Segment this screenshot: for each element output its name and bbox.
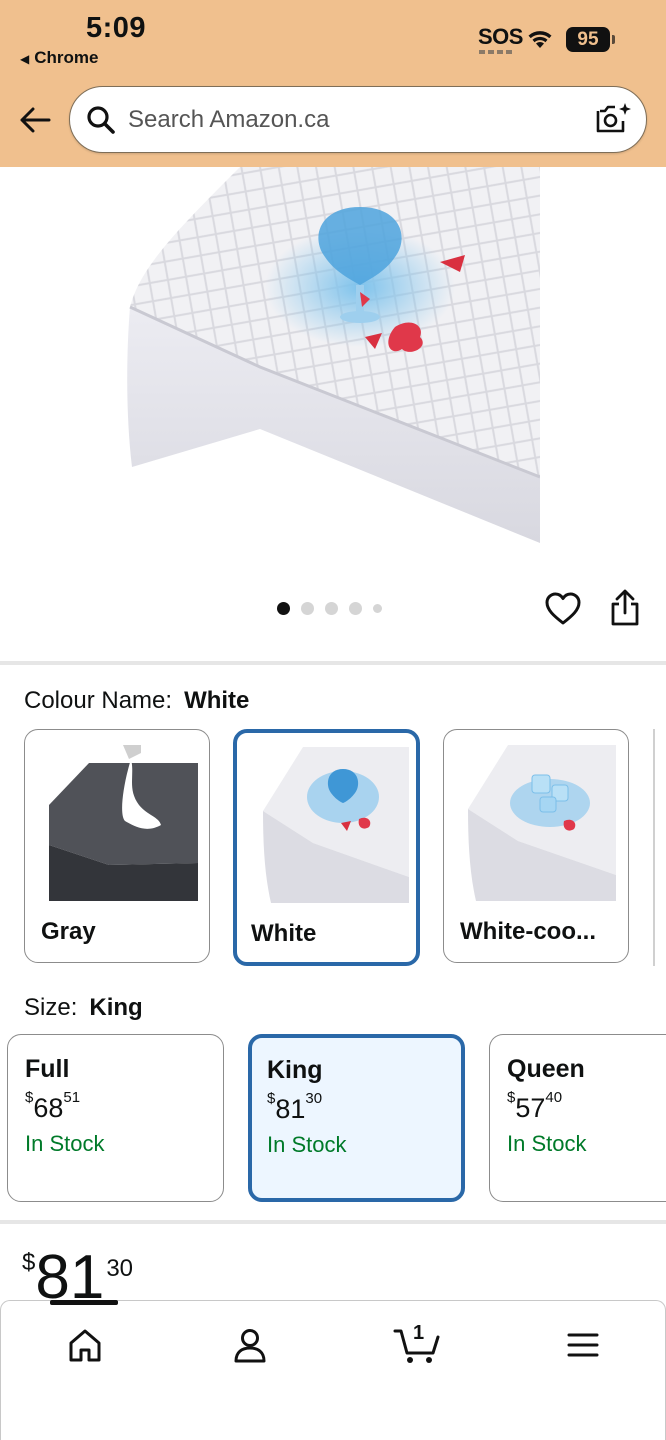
currency-symbol: $ bbox=[507, 1089, 516, 1106]
next-card-edge bbox=[653, 729, 655, 966]
size-label: Size: bbox=[24, 994, 78, 1021]
carousel-dot[interactable] bbox=[301, 601, 314, 615]
status-time: 5:09 bbox=[86, 12, 147, 44]
colour-option-label: White-coo... bbox=[460, 918, 596, 945]
share-icon[interactable] bbox=[608, 588, 642, 628]
size-option-price: $6851 bbox=[25, 1089, 80, 1124]
colour-option-gray[interactable]: Gray bbox=[24, 729, 210, 963]
size-label-row: Size: King bbox=[24, 994, 143, 1022]
header: 5:09 ◀ Chrome SOS 95 bbox=[0, 0, 666, 167]
price-cents: 40 bbox=[545, 1089, 563, 1106]
stock-status: In Stock bbox=[267, 1132, 347, 1157]
colour-label: Colour Name: bbox=[24, 687, 173, 714]
colour-label-row: Colour Name: White bbox=[24, 687, 249, 715]
size-selected-value: King bbox=[89, 994, 143, 1021]
price-dollars: 81 bbox=[275, 1094, 306, 1124]
image-carousel-dots[interactable] bbox=[277, 601, 382, 615]
stock-status: In Stock bbox=[25, 1131, 105, 1156]
colour-thumbnail bbox=[49, 745, 198, 901]
product-image[interactable] bbox=[120, 167, 540, 543]
bottom-nav bbox=[0, 1300, 666, 1440]
carousel-dot[interactable] bbox=[325, 601, 338, 615]
price-dollars: 68 bbox=[33, 1093, 64, 1123]
back-app-label: Chrome bbox=[34, 48, 99, 67]
wifi-icon bbox=[528, 31, 552, 48]
size-option-label: Full bbox=[25, 1055, 70, 1083]
stock-status: In Stock bbox=[507, 1131, 587, 1156]
back-to-app-link[interactable]: ◀ Chrome bbox=[20, 48, 98, 68]
price-dollars: 57 bbox=[515, 1093, 546, 1123]
product-price: $8130 bbox=[22, 1247, 134, 1309]
colour-option-white-cool[interactable]: White-coo... bbox=[443, 729, 629, 963]
price-cents: 51 bbox=[63, 1089, 81, 1106]
price-cents: 30 bbox=[106, 1255, 134, 1282]
back-arrow-icon[interactable] bbox=[18, 104, 52, 136]
currency-symbol: $ bbox=[267, 1090, 276, 1107]
signal-dots bbox=[479, 50, 515, 54]
size-option-price: $5740 bbox=[507, 1089, 562, 1124]
size-option-king[interactable]: King $8130 In Stock bbox=[248, 1034, 465, 1202]
sos-indicator: SOS bbox=[478, 24, 523, 49]
colour-thumbnail bbox=[263, 747, 409, 903]
section-divider bbox=[0, 1220, 666, 1224]
colour-thumbnail bbox=[468, 745, 616, 901]
size-option-queen[interactable]: Queen $5740 In Stock bbox=[489, 1034, 666, 1202]
colour-option-label: Gray bbox=[41, 918, 96, 945]
colour-option-label: White bbox=[251, 920, 317, 947]
cart-count-badge: 1 bbox=[413, 1322, 425, 1344]
size-option-label: Queen bbox=[507, 1055, 585, 1083]
search-icon bbox=[87, 106, 115, 134]
search-input[interactable] bbox=[128, 101, 578, 139]
camera-search-icon[interactable] bbox=[594, 101, 632, 137]
colour-option-white[interactable]: White bbox=[233, 729, 420, 966]
carousel-dot[interactable] bbox=[349, 601, 362, 615]
carousel-dot[interactable] bbox=[277, 601, 290, 615]
size-option-full[interactable]: Full $6851 In Stock bbox=[7, 1034, 224, 1202]
home-icon[interactable] bbox=[65, 1325, 105, 1365]
heart-icon[interactable] bbox=[544, 590, 582, 628]
carousel-dot[interactable] bbox=[373, 603, 382, 613]
search-bar[interactable] bbox=[69, 86, 647, 153]
colour-selected-value: White bbox=[184, 687, 250, 714]
size-option-label: King bbox=[267, 1056, 323, 1084]
currency-symbol: $ bbox=[25, 1089, 34, 1106]
battery-indicator: 95 bbox=[566, 27, 615, 52]
menu-icon[interactable] bbox=[565, 1325, 601, 1365]
price-currency: $ bbox=[22, 1249, 36, 1276]
section-divider bbox=[0, 661, 666, 665]
price-cents: 30 bbox=[305, 1090, 323, 1107]
price-underline bbox=[50, 1300, 118, 1305]
account-icon[interactable] bbox=[230, 1325, 270, 1365]
size-option-price: $8130 bbox=[267, 1090, 322, 1125]
